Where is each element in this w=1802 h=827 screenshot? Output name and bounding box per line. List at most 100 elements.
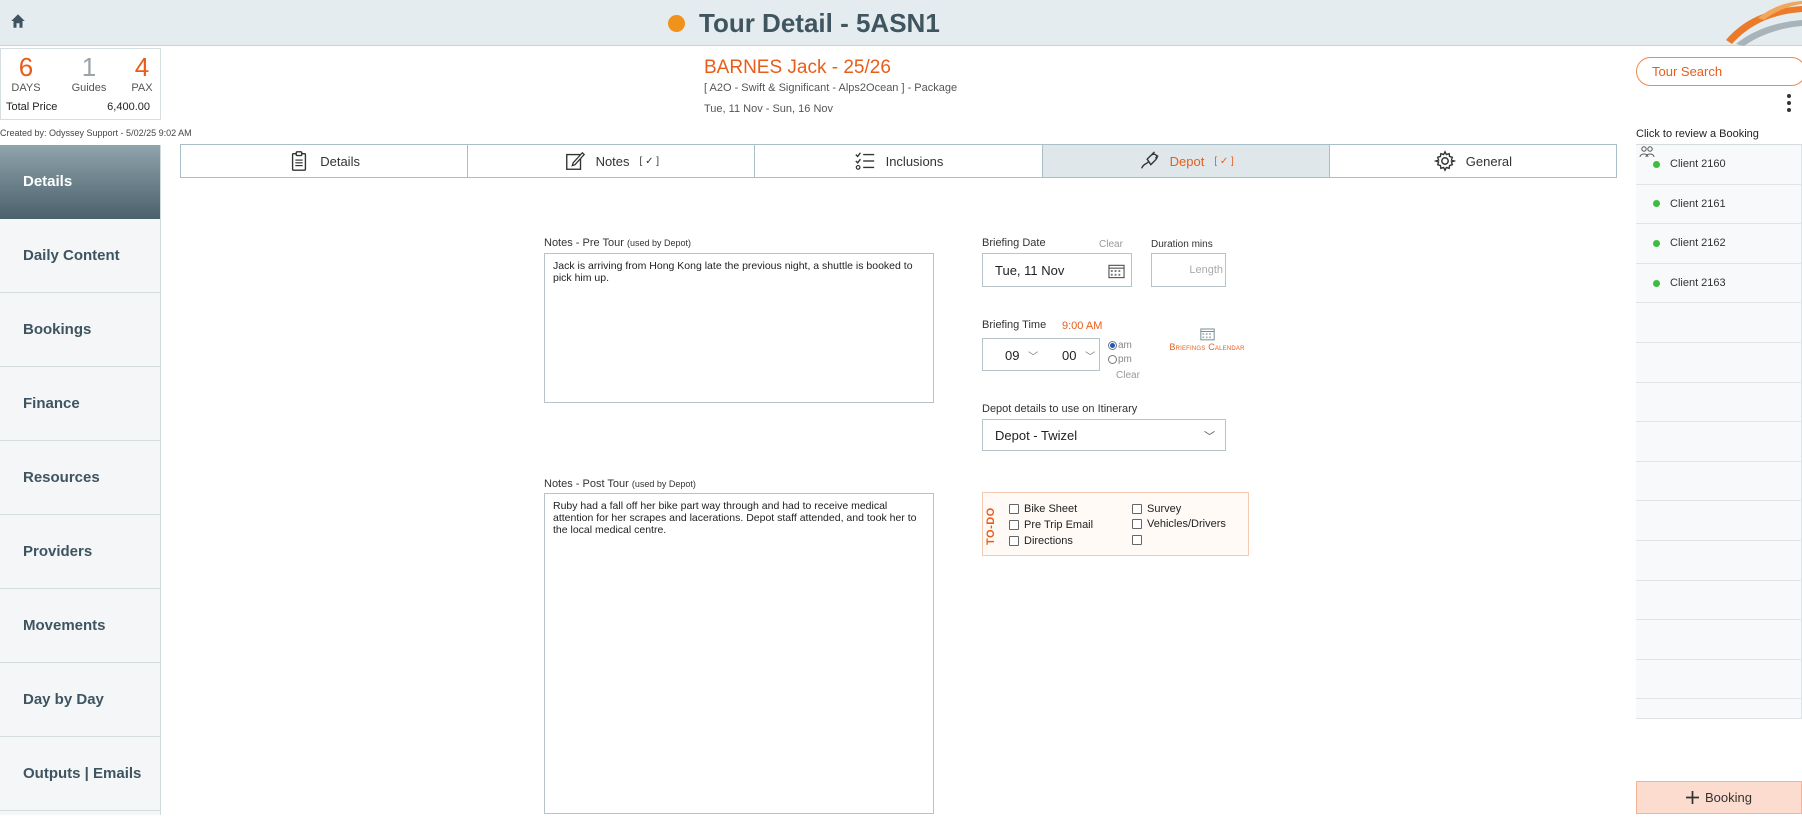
top-bar: Tour Detail - 5ASN1 <box>0 0 1802 46</box>
home-icon[interactable] <box>9 12 27 30</box>
post-tour-notes[interactable]: Ruby had a fall off her bike part way th… <box>544 493 934 814</box>
calendar-icon <box>1199 328 1215 341</box>
tab-general-label: General <box>1465 153 1513 169</box>
booking-row-empty <box>1636 501 1802 541</box>
sidebar-item-daily-content[interactable]: Daily Content <box>0 219 160 293</box>
status-dot-icon <box>1653 160 1660 168</box>
post-tour-label-text: Notes - Post Tour <box>544 478 629 490</box>
tab-notes[interactable]: Notes [ ✓ ] <box>468 145 756 177</box>
depot-select[interactable]: Depot - Twizel ﹀ <box>982 419 1226 451</box>
sidebar-item-details[interactable]: Details <box>0 145 160 219</box>
tour-package: [ A2O - Swift & Significant - Alps2Ocean… <box>704 82 958 94</box>
status-dot-icon <box>1653 279 1660 287</box>
days-stat: 6 DAYS <box>9 52 43 94</box>
hour-select[interactable]: 09 ﹀ <box>1005 348 1038 363</box>
group-icon <box>1639 146 1655 158</box>
pre-tour-notes[interactable]: Jack is arriving from Hong Kong late the… <box>544 253 934 403</box>
checklist-icon <box>854 152 874 170</box>
plug-icon <box>1140 151 1159 169</box>
created-by: Created by: Odyssey Support - 5/02/25 9:… <box>0 128 192 138</box>
todo-pre-trip-email-label: Pre Trip Email <box>1024 519 1094 531</box>
title-wrap: Tour Detail - 5ASN1 <box>668 6 940 40</box>
todo-vehicles-drivers-label: Vehicles/Drivers <box>1147 518 1226 530</box>
bookings-header: Click to review a Booking <box>1636 128 1759 140</box>
sidebar-item-resources[interactable]: Resources <box>0 441 160 515</box>
checkbox-icon <box>1132 504 1142 514</box>
sidebar-item-bookings[interactable]: Bookings <box>0 293 160 367</box>
tab-depot-check: [ ✓ ] <box>1214 155 1234 167</box>
booking-row-client-2162[interactable]: Client 2162 <box>1636 224 1802 264</box>
status-dot-icon <box>668 14 685 32</box>
pre-tour-label-sub: (used by Depot) <box>626 238 691 248</box>
todo-pre-trip-email[interactable]: Pre Trip Email <box>1009 519 1093 531</box>
booking-row-empty <box>1636 422 1802 462</box>
tab-depot[interactable]: Depot [ ✓ ] <box>1042 145 1330 177</box>
briefing-time-clear[interactable]: Clear <box>1116 370 1140 381</box>
briefing-time-value: 9:00 AM <box>1062 320 1103 332</box>
briefing-time-select: 09 ﹀ 00 ﹀ <box>982 338 1100 371</box>
checkbox-icon <box>1132 535 1142 545</box>
calendar-icon[interactable] <box>1108 263 1125 279</box>
sidebar-item-providers[interactable]: Providers <box>0 515 160 589</box>
tab-inclusions[interactable]: Inclusions <box>755 145 1043 177</box>
days-value: 6 <box>18 52 34 82</box>
chevron-down-icon: ﹀ <box>1085 352 1096 363</box>
tab-details[interactable]: Details <box>181 145 469 177</box>
sidebar: Details Daily Content Bookings Finance R… <box>0 145 161 815</box>
sidebar-item-outputs-emails[interactable]: Outputs | Emails <box>0 737 160 811</box>
todo-directions[interactable]: Directions <box>1009 535 1073 547</box>
am-radio[interactable]: am <box>1108 340 1132 351</box>
add-booking-button[interactable]: Booking <box>1636 781 1802 814</box>
tab-general[interactable]: General <box>1330 145 1616 177</box>
client-label: Client 2163 <box>1670 277 1726 290</box>
sidebar-item-day-by-day[interactable]: Day by Day <box>0 663 160 737</box>
pre-tour-label-text: Notes - Pre Tour <box>544 237 624 249</box>
total-price-label: Total Price <box>6 101 58 113</box>
sidebar-item-movements[interactable]: Movements <box>0 589 160 663</box>
briefing-date-input[interactable]: Tue, 11 Nov <box>982 253 1132 287</box>
booking-row-empty <box>1636 461 1802 502</box>
total-price-value: 6,400.00 <box>107 101 150 113</box>
briefing-date-value: Tue, 11 Nov <box>995 262 1065 278</box>
tab-inclusions-label: Inclusions <box>885 153 944 169</box>
guides-value: 1 <box>81 52 97 82</box>
todo-vehicles-drivers[interactable]: Vehicles/Drivers <box>1132 518 1226 530</box>
todo-bike-sheet-label: Bike Sheet <box>1024 503 1078 515</box>
booking-row-empty <box>1636 580 1802 621</box>
tour-search-button[interactable]: Tour Search <box>1636 57 1802 86</box>
edit-note-icon <box>565 151 585 170</box>
checkbox-icon <box>1009 520 1019 530</box>
booking-row-empty <box>1636 382 1802 423</box>
briefing-date-label: Briefing Date <box>982 237 1046 249</box>
page-title: Tour Detail - 5ASN1 <box>699 7 940 38</box>
tour-summary: 6 DAYS 1 Guides 4 PAX Total Price 6,400.… <box>0 48 161 120</box>
pm-radio[interactable]: pm <box>1108 354 1132 365</box>
pm-label: pm <box>1118 354 1132 365</box>
todo-bike-sheet[interactable]: Bike Sheet <box>1009 503 1077 515</box>
todo-extra[interactable] <box>1132 535 1147 545</box>
guides-stat: 1 Guides <box>67 52 111 94</box>
tab-bar: Details Notes [ ✓ ] Inclusions Depot [ ✓… <box>180 144 1617 178</box>
radio-unselected-icon <box>1108 355 1117 364</box>
minute-select[interactable]: 00 ﹀ <box>1062 348 1095 363</box>
duration-input[interactable]: Length <box>1151 253 1226 287</box>
booking-row-client-2161[interactable]: Client 2161 <box>1636 184 1802 225</box>
more-options-icon[interactable] <box>1784 94 1794 116</box>
tour-dates: Tue, 11 Nov - Sun, 16 Nov <box>704 103 834 115</box>
sidebar-item-finance[interactable]: Finance <box>0 367 160 441</box>
todo-survey[interactable]: Survey <box>1132 503 1181 515</box>
booking-row-empty <box>1636 620 1802 660</box>
briefings-calendar-link[interactable]: Briefings Calendar <box>1162 327 1252 352</box>
plus-icon <box>1686 791 1699 804</box>
company-logo-icon <box>1726 1 1802 46</box>
booking-row-empty <box>1636 659 1802 700</box>
clipboard-icon <box>292 151 307 171</box>
todo-directions-label: Directions <box>1024 535 1073 547</box>
hour-value: 09 <box>1005 348 1020 363</box>
booking-row-client-2160[interactable]: Client 2160 <box>1636 145 1802 185</box>
booking-row-client-2163[interactable]: Client 2163 <box>1636 263 1802 304</box>
status-dot-icon <box>1653 200 1660 208</box>
checkbox-icon <box>1009 536 1019 546</box>
booking-row-empty <box>1636 540 1802 581</box>
briefing-date-clear[interactable]: Clear <box>1099 239 1123 250</box>
